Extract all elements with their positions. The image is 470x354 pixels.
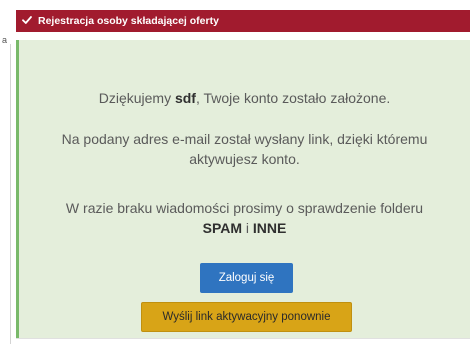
spam-line-1: W razie braku wiadomości prosimy o spraw… [65,200,424,216]
resend-activation-link-button[interactable]: Wyślij link aktywacyjny ponownie [141,302,352,332]
username: sdf [174,90,196,106]
left-sidebar-fragment: a [0,0,14,354]
spam-folder: SPAM [202,220,243,236]
spam-notice: W razie braku wiadomości prosimy o spraw… [19,198,470,238]
thanks-suffix: , Twoje konto zostało założone. [195,90,391,106]
success-message-box: Dziękujemy sdf, Twoje konto zostało zało… [16,40,470,338]
inne-folder: INNE [252,220,287,236]
login-button[interactable]: Zaloguj się [200,263,293,293]
registration-panel: Rejestracja osoby składającej oferty Dzi… [16,10,470,338]
panel-title: Rejestracja osoby składającej oferty [38,15,219,27]
email-sent-message: Na podany adres e-mail został wysłany li… [19,129,470,169]
thanks-message: Dziękujemy sdf, Twoje konto zostało zało… [19,88,470,108]
thanks-prefix: Dziękujemy [98,90,175,106]
sidebar-divider [10,44,11,344]
sidebar-fragment-text: a [2,35,8,45]
spam-line-2: SPAM i INNE [19,218,470,238]
registration-page: a Rejestracja osoby składającej oferty D… [0,0,470,354]
check-icon [22,15,32,28]
panel-header[interactable]: Rejestracja osoby składającej oferty [16,10,470,32]
bottom-divider [16,338,470,339]
email-line-1: Na podany adres e-mail został wysłany li… [61,131,428,147]
spam-conjunction: i [242,220,253,236]
email-line-2: aktywujesz konto. [189,151,300,167]
